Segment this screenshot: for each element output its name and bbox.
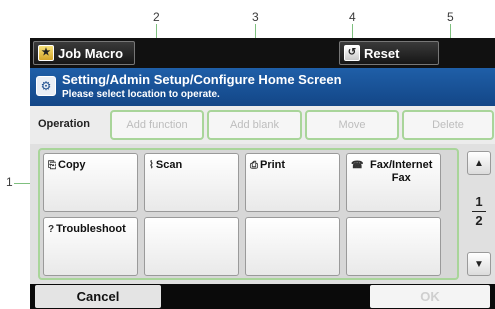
fax-icon: ☎ bbox=[351, 160, 364, 171]
cancel-button[interactable]: Cancel bbox=[35, 285, 161, 308]
delete-button[interactable]: Delete bbox=[402, 110, 494, 140]
grid-cell-troubleshoot[interactable]: ? Troubleshoot bbox=[43, 217, 138, 276]
current-page: 1 bbox=[475, 194, 483, 209]
add-blank-button[interactable]: Add blank bbox=[207, 110, 302, 140]
print-icon: ⎙ bbox=[250, 160, 258, 171]
settings-home-icon: ⚙ bbox=[36, 76, 56, 96]
job-macro-button[interactable]: ★ Job Macro bbox=[33, 41, 135, 65]
device-screen: ★ Job Macro ↺ Reset ⚙ Setting/Admin Setu… bbox=[30, 38, 495, 309]
grid-cell-empty[interactable] bbox=[144, 217, 239, 276]
ok-button[interactable]: OK bbox=[370, 285, 490, 308]
grid-cell-scan[interactable]: ⌇ Scan bbox=[144, 153, 239, 212]
move-button[interactable]: Move bbox=[305, 110, 399, 140]
operation-bar: Operation Add function Add blank Move De… bbox=[30, 106, 495, 144]
scroll-up-button[interactable]: ▲ bbox=[467, 151, 491, 175]
grid-cell-label: Scan bbox=[155, 159, 183, 171]
reset-label: Reset bbox=[364, 45, 400, 61]
callout-2: 2 bbox=[153, 10, 160, 24]
grid-cell-fax[interactable]: ☎ Fax/Internet Fax bbox=[346, 153, 441, 212]
troubleshoot-icon: ? bbox=[48, 224, 55, 235]
top-bar: ★ Job Macro ↺ Reset bbox=[30, 38, 495, 68]
title-bar: ⚙ Setting/Admin Setup/Configure Home Scr… bbox=[30, 68, 495, 106]
grid-cell-copy[interactable]: ⎘ Copy bbox=[43, 153, 138, 212]
callout-1: 1 bbox=[6, 175, 13, 189]
reset-icon: ↺ bbox=[344, 45, 360, 61]
triangle-up-icon: ▲ bbox=[474, 157, 484, 169]
total-pages: 2 bbox=[475, 213, 483, 228]
grid-cell-label: Copy bbox=[58, 159, 86, 171]
scan-icon: ⌇ bbox=[149, 160, 154, 171]
grid-cell-label: Fax/Internet Fax bbox=[370, 159, 433, 184]
reset-button[interactable]: ↺ Reset bbox=[339, 41, 439, 65]
scroll-down-button[interactable]: ▼ bbox=[467, 252, 491, 276]
triangle-down-icon: ▼ bbox=[474, 258, 484, 270]
grid-cell-label: Troubleshoot bbox=[56, 223, 126, 235]
page-instruction: Please select location to operate. bbox=[62, 89, 220, 100]
grid-cell-empty[interactable] bbox=[346, 217, 441, 276]
page-divider bbox=[472, 211, 486, 212]
callout-3: 3 bbox=[252, 10, 259, 24]
job-macro-label: Job Macro bbox=[58, 45, 124, 61]
grid-cell-empty[interactable] bbox=[245, 217, 340, 276]
callout-4: 4 bbox=[349, 10, 356, 24]
add-function-button[interactable]: Add function bbox=[110, 110, 204, 140]
page-title: Setting/Admin Setup/Configure Home Scree… bbox=[62, 72, 342, 87]
operation-label: Operation bbox=[38, 118, 90, 130]
function-grid: ⎘ Copy ⌇ Scan ⎙ Print ☎ Fax/Internet Fax… bbox=[38, 148, 459, 280]
copy-icon: ⎘ bbox=[48, 160, 56, 171]
page-scroller: ▲ 1 2 ▼ bbox=[467, 148, 491, 280]
job-macro-icon: ★ bbox=[38, 45, 54, 61]
bottom-bar: Cancel OK bbox=[30, 284, 495, 309]
callout-5: 5 bbox=[447, 10, 454, 24]
home-screen-editor: ⎘ Copy ⌇ Scan ⎙ Print ☎ Fax/Internet Fax… bbox=[30, 144, 495, 284]
grid-cell-print[interactable]: ⎙ Print bbox=[245, 153, 340, 212]
grid-cell-label: Print bbox=[260, 159, 286, 171]
